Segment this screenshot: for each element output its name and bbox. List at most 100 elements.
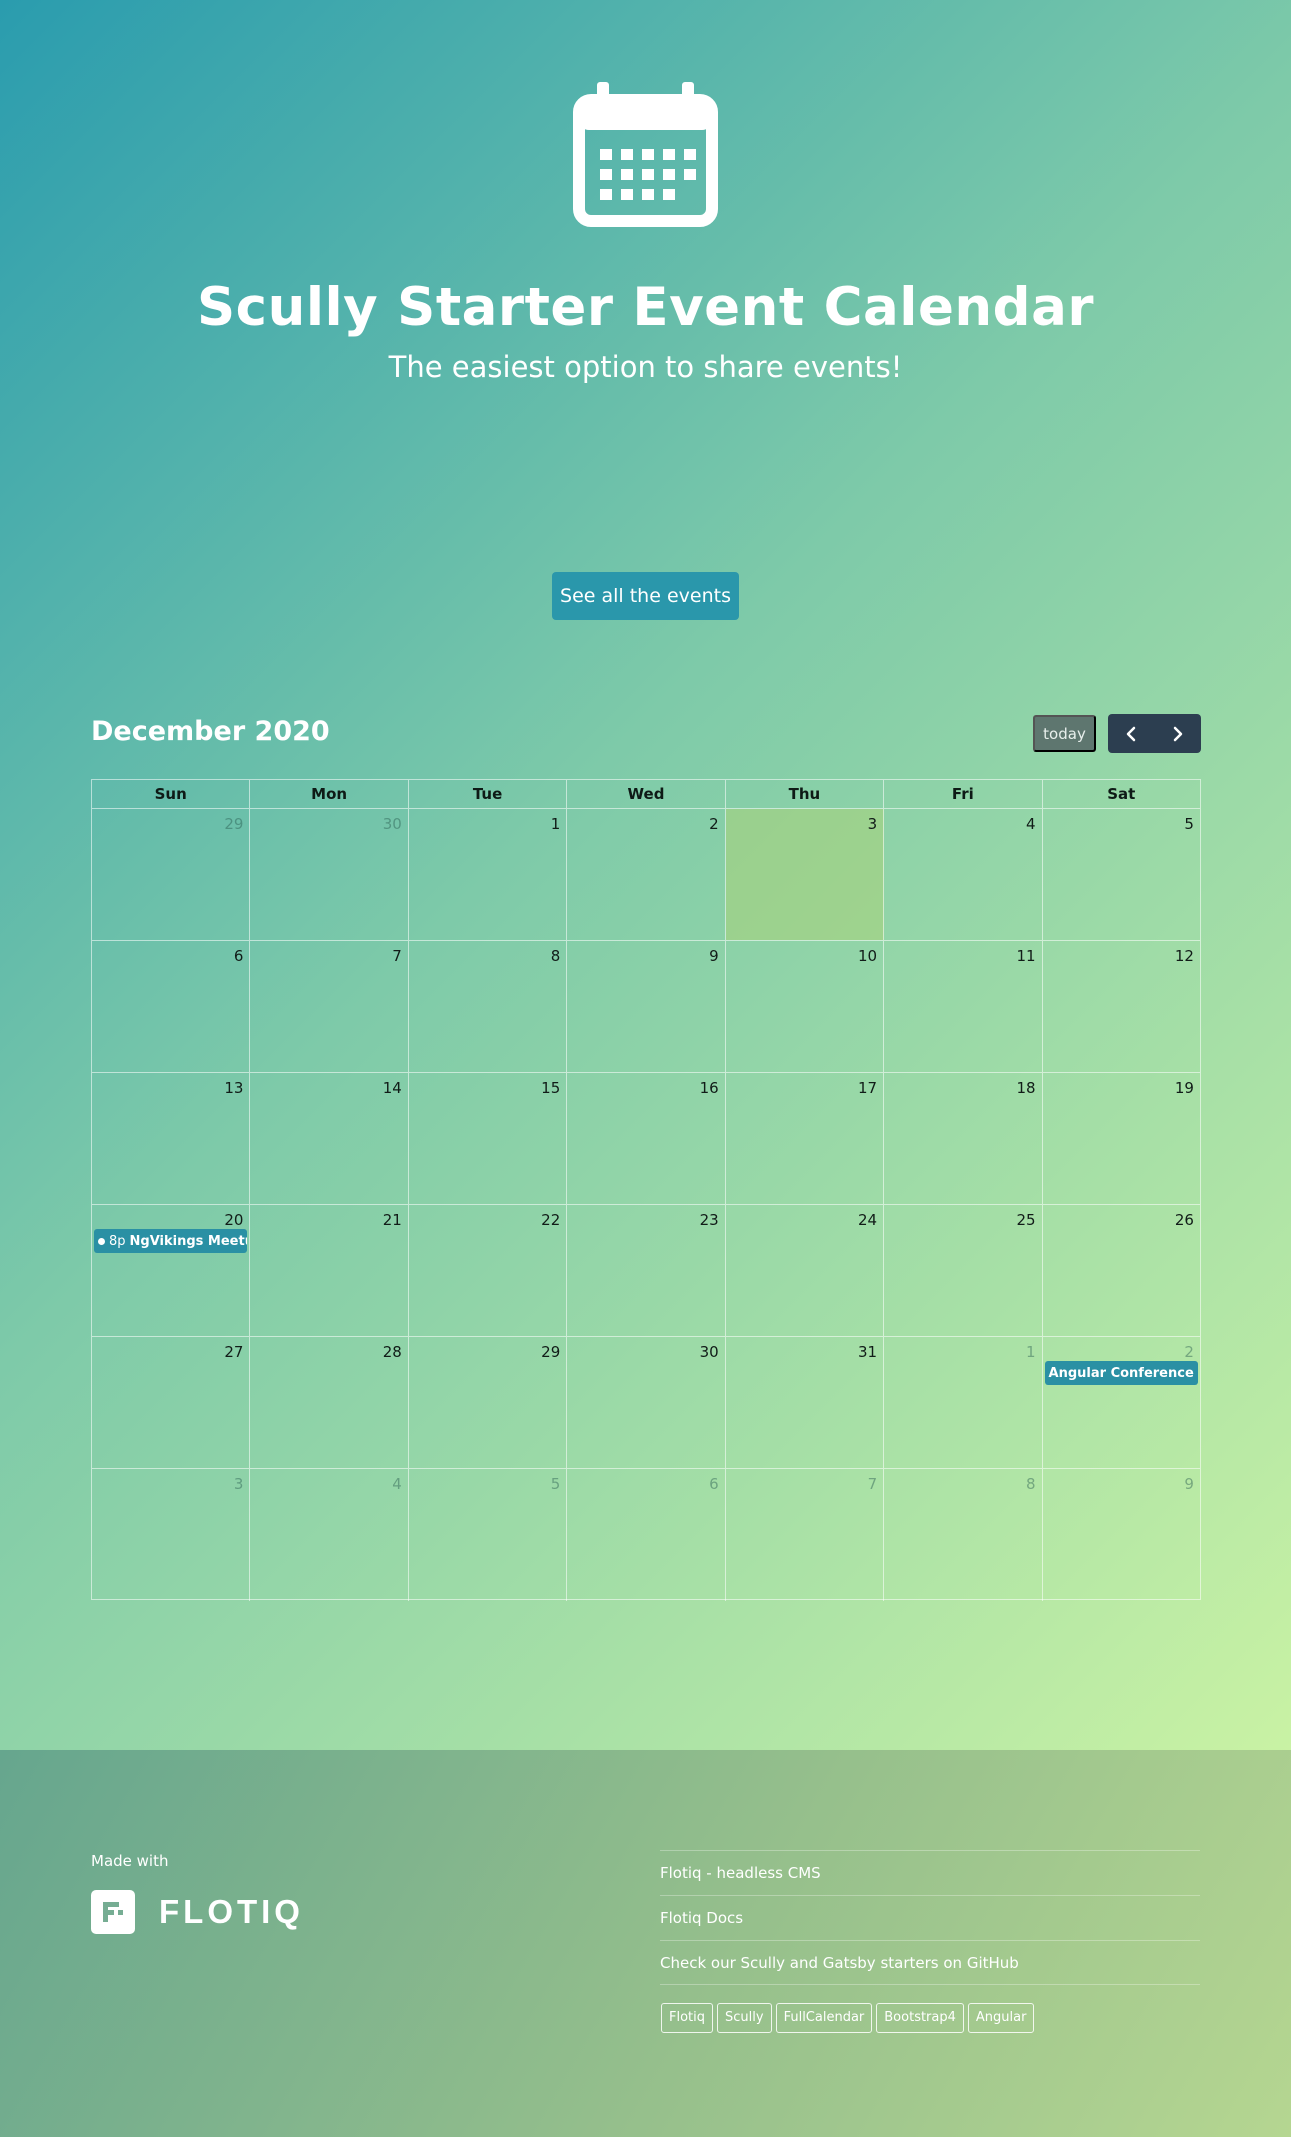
day-cell[interactable]: 21 bbox=[250, 1205, 409, 1336]
day-cell[interactable]: 16 bbox=[567, 1073, 726, 1204]
day-cell[interactable]: 30 bbox=[567, 1337, 726, 1468]
day-number[interactable]: 17 bbox=[858, 1079, 877, 1097]
day-number[interactable]: 2 bbox=[709, 815, 719, 833]
day-cell[interactable]: 2 Angular Conference Sid bbox=[1043, 1337, 1200, 1468]
day-cell[interactable]: 24 bbox=[726, 1205, 885, 1336]
day-cell[interactable]: 1 bbox=[409, 809, 568, 940]
day-number[interactable]: 8 bbox=[1026, 1475, 1036, 1493]
day-number[interactable]: 5 bbox=[551, 1475, 561, 1493]
day-number[interactable]: 30 bbox=[383, 815, 402, 833]
tag-flotiq[interactable]: Flotiq bbox=[661, 2003, 714, 2033]
calendar-event[interactable]: Angular Conference Sid bbox=[1044, 1361, 1198, 1385]
day-number[interactable]: 9 bbox=[709, 947, 719, 965]
day-number[interactable]: 1 bbox=[551, 815, 561, 833]
day-number[interactable]: 7 bbox=[868, 1475, 878, 1493]
day-cell[interactable]: 22 bbox=[409, 1205, 568, 1336]
prev-month-button[interactable] bbox=[1108, 714, 1155, 753]
day-cell[interactable]: 5 bbox=[409, 1469, 568, 1601]
day-cell[interactable]: 18 bbox=[884, 1073, 1043, 1204]
day-number[interactable]: 10 bbox=[858, 947, 877, 965]
day-cell[interactable]: 4 bbox=[884, 809, 1043, 940]
day-cell[interactable]: 25 bbox=[884, 1205, 1043, 1336]
day-cell[interactable]: 4 bbox=[250, 1469, 409, 1601]
day-cell[interactable]: 27 bbox=[92, 1337, 251, 1468]
day-cell[interactable]: 6 bbox=[567, 1469, 726, 1601]
day-cell[interactable]: 12 bbox=[1043, 941, 1200, 1072]
day-number[interactable]: 18 bbox=[1016, 1079, 1035, 1097]
day-cell[interactable]: 8 bbox=[884, 1469, 1043, 1601]
day-number[interactable]: 23 bbox=[700, 1211, 719, 1229]
day-number[interactable]: 6 bbox=[709, 1475, 719, 1493]
day-cell[interactable]: 31 bbox=[726, 1337, 885, 1468]
next-month-button[interactable] bbox=[1155, 714, 1202, 753]
day-cell[interactable]: 19 bbox=[1043, 1073, 1200, 1204]
day-number[interactable]: 29 bbox=[541, 1343, 560, 1361]
day-number[interactable]: 3 bbox=[234, 1475, 244, 1493]
day-cell-today[interactable]: 3 bbox=[725, 809, 885, 940]
day-cell[interactable]: 3 bbox=[92, 1469, 251, 1601]
day-cell[interactable]: 5 bbox=[1043, 809, 1200, 940]
day-number[interactable]: 11 bbox=[1016, 947, 1035, 965]
day-cell[interactable]: 208pNgVikings Meetup bbox=[92, 1205, 251, 1336]
flotiq-logo[interactable]: FLOTIQ bbox=[91, 1890, 304, 1934]
day-number[interactable]: 9 bbox=[1184, 1475, 1194, 1493]
footer-link[interactable]: Flotiq Docs bbox=[660, 1895, 1200, 1940]
day-cell[interactable]: 7 bbox=[726, 1469, 885, 1601]
day-number[interactable]: 6 bbox=[234, 947, 244, 965]
day-number[interactable]: 31 bbox=[858, 1343, 877, 1361]
day-number[interactable]: 30 bbox=[700, 1343, 719, 1361]
day-number[interactable]: 27 bbox=[224, 1343, 243, 1361]
day-cell[interactable]: 29 bbox=[92, 809, 251, 940]
tag-scully[interactable]: Scully bbox=[717, 2003, 772, 2033]
footer-link[interactable]: Flotiq - headless CMS bbox=[660, 1850, 1200, 1895]
day-cell[interactable]: 2 bbox=[567, 809, 726, 940]
day-number[interactable]: 26 bbox=[1175, 1211, 1194, 1229]
day-cell[interactable]: 23 bbox=[567, 1205, 726, 1336]
day-number[interactable]: 2 bbox=[1184, 1343, 1194, 1361]
day-cell[interactable]: 1 bbox=[884, 1337, 1043, 1468]
day-number[interactable]: 28 bbox=[383, 1343, 402, 1361]
day-number[interactable]: 21 bbox=[383, 1211, 402, 1229]
tag-fullcalendar[interactable]: FullCalendar bbox=[775, 2003, 873, 2033]
calendar-grid: Sun Mon Tue Wed Thu Fri Sat 29 30 1 2 3 4 5 6 7 8 9 10 11 1… bbox=[91, 779, 1201, 1601]
day-cell[interactable]: 14 bbox=[250, 1073, 409, 1204]
day-number[interactable]: 14 bbox=[383, 1079, 402, 1097]
tag-bootstrap4[interactable]: Bootstrap4 bbox=[876, 2003, 964, 2033]
day-number[interactable]: 13 bbox=[224, 1079, 243, 1097]
day-number[interactable]: 8 bbox=[551, 947, 561, 965]
day-cell[interactable]: 10 bbox=[726, 941, 885, 1072]
day-cell[interactable]: 26 bbox=[1043, 1205, 1200, 1336]
day-cell[interactable]: 7 bbox=[250, 941, 409, 1072]
day-cell[interactable]: 28 bbox=[250, 1337, 409, 1468]
day-cell[interactable]: 29 bbox=[409, 1337, 568, 1468]
day-number[interactable]: 12 bbox=[1175, 947, 1194, 965]
day-number[interactable]: 5 bbox=[1184, 815, 1194, 833]
day-number[interactable]: 29 bbox=[224, 815, 243, 833]
day-cell[interactable]: 6 bbox=[92, 941, 251, 1072]
day-cell[interactable]: 15 bbox=[409, 1073, 568, 1204]
today-button[interactable]: today bbox=[1033, 715, 1096, 752]
day-number[interactable]: 4 bbox=[392, 1475, 402, 1493]
day-number[interactable]: 7 bbox=[392, 947, 402, 965]
footer-link[interactable]: Check our Scully and Gatsby starters on … bbox=[660, 1940, 1200, 1985]
day-number[interactable]: 19 bbox=[1175, 1079, 1194, 1097]
day-number[interactable]: 25 bbox=[1016, 1211, 1035, 1229]
day-number[interactable]: 24 bbox=[858, 1211, 877, 1229]
day-cell[interactable]: 17 bbox=[726, 1073, 885, 1204]
tag-angular[interactable]: Angular bbox=[967, 2003, 1035, 2033]
day-cell[interactable]: 30 bbox=[250, 809, 409, 940]
day-cell[interactable]: 9 bbox=[567, 941, 726, 1072]
day-cell[interactable]: 9 bbox=[1043, 1469, 1200, 1601]
day-cell[interactable]: 11 bbox=[884, 941, 1043, 1072]
day-number[interactable]: 4 bbox=[1026, 815, 1036, 833]
day-cell[interactable]: 8 bbox=[409, 941, 568, 1072]
day-number[interactable]: 20 bbox=[224, 1211, 243, 1229]
day-number[interactable]: 1 bbox=[1026, 1343, 1036, 1361]
see-all-events-button[interactable]: See all the events bbox=[552, 572, 739, 620]
day-number[interactable]: 3 bbox=[868, 815, 878, 833]
day-number[interactable]: 16 bbox=[700, 1079, 719, 1097]
day-number[interactable]: 15 bbox=[541, 1079, 560, 1097]
day-cell[interactable]: 13 bbox=[92, 1073, 251, 1204]
calendar-event[interactable]: 8pNgVikings Meetup bbox=[94, 1229, 248, 1253]
day-number[interactable]: 22 bbox=[541, 1211, 560, 1229]
